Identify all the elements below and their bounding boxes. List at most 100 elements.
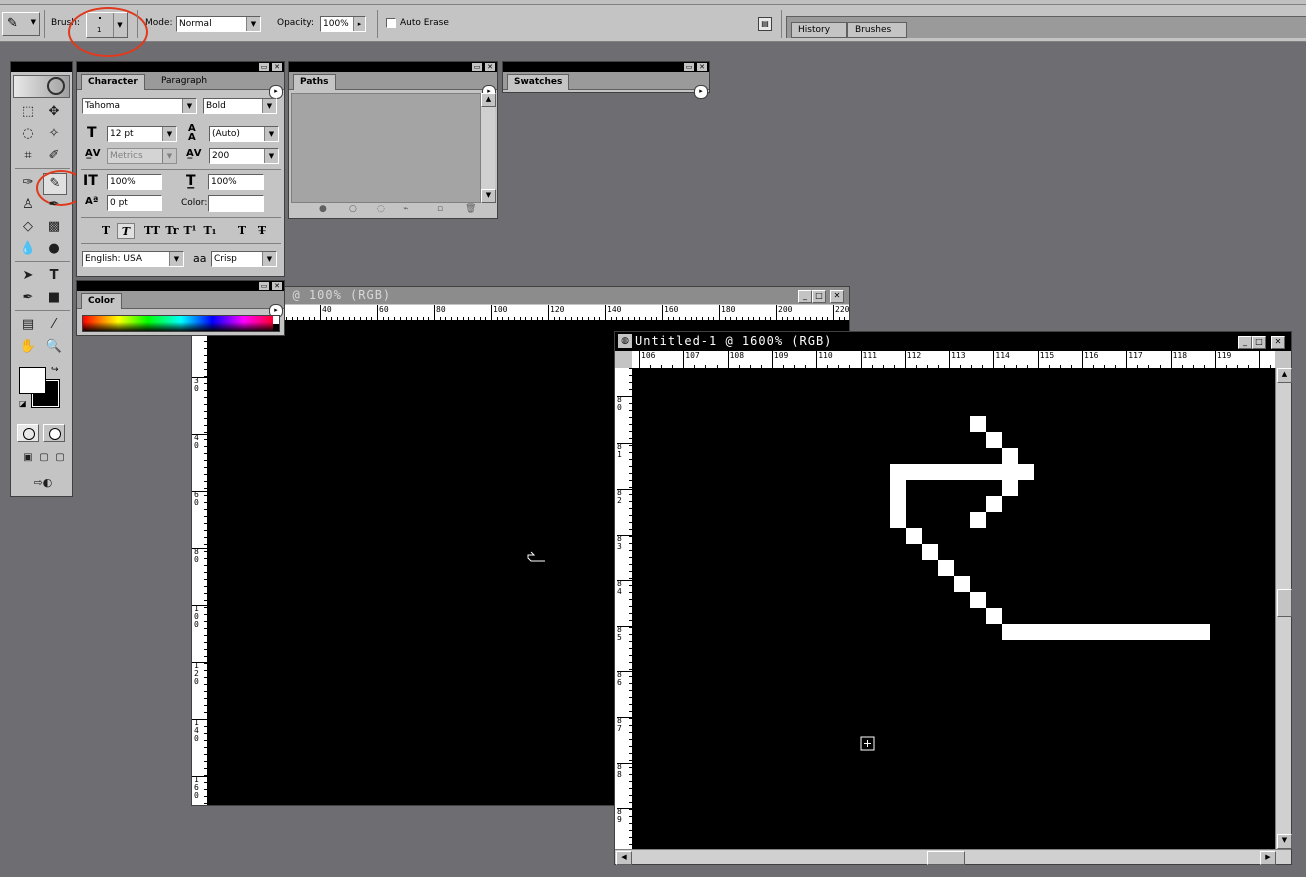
palette-menu-icon[interactable]: ▸ <box>269 85 283 99</box>
foreground-color-swatch[interactable] <box>19 367 46 394</box>
style-button[interactable]: T <box>97 223 115 239</box>
type-tool-icon[interactable]: T <box>43 266 65 286</box>
make-workpath-icon[interactable]: ⌁ <box>403 204 408 214</box>
close-button[interactable]: ✕ <box>1271 336 1285 349</box>
ruler-label: 140 <box>607 305 622 314</box>
full-screen-icon[interactable]: ▢ <box>49 448 71 468</box>
title-bar[interactable]: 1 @ 100% (RGB) _ □ ✕ <box>192 287 849 304</box>
palette-menu-icon[interactable]: ▸ <box>694 85 708 99</box>
scroll-left-icon[interactable]: ◀ <box>616 851 632 865</box>
adobe-logo-icon[interactable] <box>13 75 70 98</box>
close-icon[interactable]: ✕ <box>272 63 282 71</box>
standard-mode-button[interactable] <box>17 424 39 442</box>
minimize-icon[interactable]: ▭ <box>472 63 482 71</box>
well-tab-history[interactable]: History <box>791 22 847 38</box>
pen-tool-icon[interactable]: ✒ <box>17 288 39 308</box>
horizontal-scrollbar[interactable]: ◀ ▶ <box>615 849 1291 865</box>
zoom-tool-icon[interactable]: 🔍 <box>43 337 65 357</box>
style-button[interactable]: Tr <box>163 223 181 239</box>
fill-path-icon[interactable]: ● <box>319 204 327 214</box>
default-colors-icon[interactable]: ◪ <box>19 399 27 408</box>
clone-stamp-icon[interactable]: ♙ <box>17 195 39 215</box>
color-ramp[interactable] <box>82 315 280 332</box>
baseline-shift-field[interactable]: 0 pt <box>107 195 162 211</box>
font-style-select[interactable]: Bold ▼ <box>203 98 277 114</box>
load-selection-icon[interactable]: ◌ <box>377 204 385 214</box>
language-select[interactable]: English: USA ▼ <box>82 251 184 267</box>
close-icon[interactable]: ✕ <box>485 63 495 71</box>
scroll-thumb[interactable] <box>927 851 965 865</box>
vertical-scrollbar[interactable]: ▲ ▼ <box>1275 368 1292 849</box>
canvas[interactable] <box>632 368 1275 849</box>
style-button[interactable]: TT <box>143 223 161 239</box>
jump-to-imageready-icon[interactable]: ⇨◐ <box>21 473 65 493</box>
tool-preset-picker[interactable]: ✎ ▼ <box>2 12 40 36</box>
notes-tool-icon[interactable]: ▤ <box>17 315 39 335</box>
swap-colors-icon[interactable]: ↪ <box>51 365 59 375</box>
style-button[interactable]: T <box>233 223 251 239</box>
history-brush-icon[interactable]: ✒ <box>43 195 65 215</box>
style-button[interactable]: T¹ <box>181 223 199 239</box>
style-button[interactable]: T₁ <box>201 223 219 239</box>
close-icon[interactable]: ✕ <box>697 63 707 71</box>
tab-paths[interactable]: Paths <box>293 74 336 90</box>
palette-well-icon[interactable]: ▤ <box>758 17 772 31</box>
close-button[interactable]: ✕ <box>830 290 844 303</box>
tab-color[interactable]: Color <box>81 293 122 309</box>
antialias-select[interactable]: Crisp ▼ <box>211 251 277 267</box>
quick-mask-button[interactable] <box>43 424 65 442</box>
tab-paragraph[interactable]: Paragraph <box>155 74 213 89</box>
magic-wand-icon[interactable]: ✧ <box>43 124 65 144</box>
auto-erase-checkbox[interactable] <box>386 18 396 28</box>
text-color-swatch[interactable] <box>208 195 264 212</box>
trash-icon[interactable]: 🗑 <box>465 204 476 214</box>
mode-label: Mode: <box>145 18 173 28</box>
scroll-thumb[interactable] <box>1277 589 1292 617</box>
minimize-icon[interactable]: ▭ <box>259 282 269 290</box>
title-bar[interactable]: ◍ Untitled-1 @ 1600% (RGB) _ □ ✕ <box>615 332 1291 351</box>
eyedropper-icon[interactable]: ⁄ <box>43 315 65 335</box>
eraser-tool-icon[interactable]: ◇ <box>17 217 39 237</box>
opacity-field[interactable]: 100% ▸ <box>320 16 366 32</box>
kerning-field[interactable]: Metrics ▼ <box>107 148 177 164</box>
close-icon[interactable]: ✕ <box>272 282 282 290</box>
style-button[interactable]: T <box>117 223 135 239</box>
well-tab-brushes[interactable]: Brushes <box>847 22 907 38</box>
tab-swatches[interactable]: Swatches <box>507 74 570 90</box>
leading-field[interactable]: (Auto) ▼ <box>209 126 279 142</box>
mode-select[interactable]: Normal ▼ <box>176 16 261 32</box>
horizontal-scale-field[interactable]: 100% <box>208 174 264 190</box>
maximize-button[interactable]: □ <box>1252 336 1266 349</box>
slice-tool-icon[interactable]: ✐ <box>43 146 65 166</box>
new-path-icon[interactable]: ▫ <box>437 204 443 214</box>
font-family-select[interactable]: Tahoma ▼ <box>82 98 197 114</box>
gradient-tool-icon[interactable]: ▩ <box>43 217 65 237</box>
crop-tool-icon[interactable]: ⌗ <box>17 146 39 166</box>
scroll-down-icon[interactable]: ▼ <box>481 189 496 203</box>
scroll-down-icon[interactable]: ▼ <box>1277 834 1292 849</box>
paths-scrollbar[interactable]: ▲ ▼ <box>481 93 496 203</box>
paths-list[interactable] <box>291 93 481 203</box>
style-button[interactable]: T̶ <box>253 223 271 239</box>
minimize-icon[interactable]: ▭ <box>684 63 694 71</box>
move-tool-icon[interactable]: ✥ <box>43 102 65 122</box>
font-size-field[interactable]: 12 pt ▼ <box>107 126 177 142</box>
minimize-icon[interactable]: ▭ <box>259 63 269 71</box>
blur-tool-icon[interactable]: 💧 <box>17 239 39 259</box>
tracking-field[interactable]: 200 ▼ <box>209 148 279 164</box>
dodge-tool-icon[interactable]: ● <box>43 239 65 259</box>
stroke-path-icon[interactable]: ○ <box>349 204 357 214</box>
minimize-button[interactable]: _ <box>798 290 812 303</box>
lasso-tool-icon[interactable]: ◌ <box>17 124 39 144</box>
path-selection-icon[interactable]: ➤ <box>17 266 39 286</box>
scroll-up-icon[interactable]: ▲ <box>481 93 496 107</box>
shape-tool-icon[interactable]: ■ <box>43 288 65 308</box>
scroll-right-icon[interactable]: ▶ <box>1260 851 1276 865</box>
marquee-tool-icon[interactable]: ⬚ <box>17 102 39 122</box>
tab-character[interactable]: Character <box>81 74 145 90</box>
minimize-button[interactable]: _ <box>1238 336 1252 349</box>
maximize-button[interactable]: □ <box>812 290 826 303</box>
scroll-up-icon[interactable]: ▲ <box>1277 368 1292 383</box>
vertical-scale-field[interactable]: 100% <box>107 174 162 190</box>
hand-tool-icon[interactable]: ✋ <box>17 337 39 357</box>
